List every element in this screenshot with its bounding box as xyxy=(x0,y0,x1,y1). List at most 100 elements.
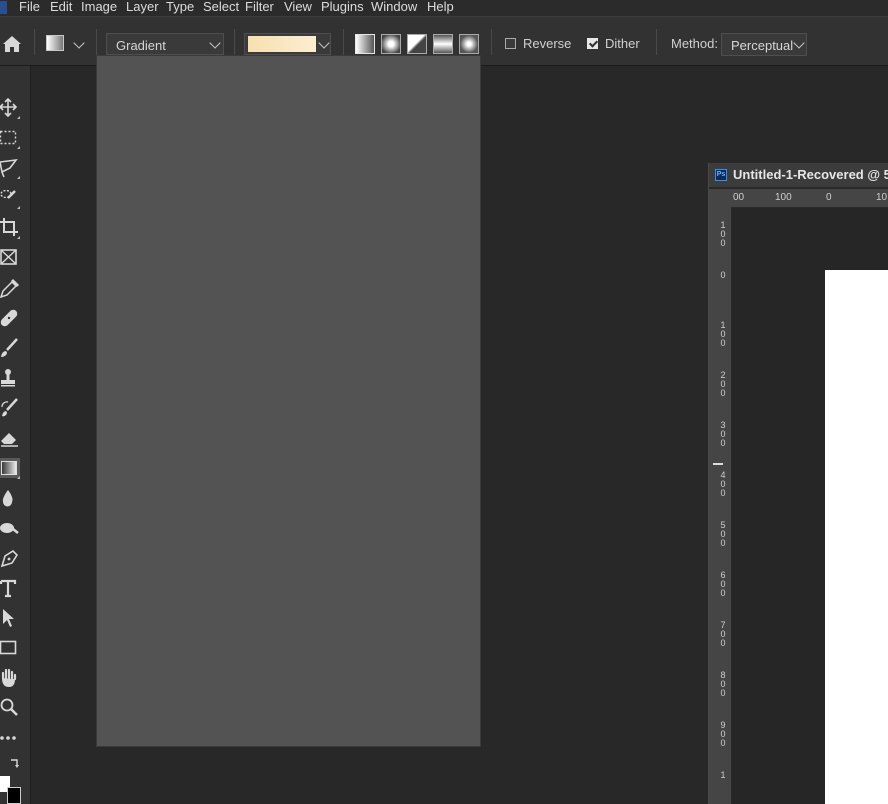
pen-icon xyxy=(0,549,19,568)
menu-select[interactable]: Select xyxy=(203,0,239,14)
document-tab[interactable]: Ps Untitled-1-Recovered @ 5 xyxy=(709,163,888,188)
blur-tool[interactable] xyxy=(0,488,20,508)
chevron-down-icon xyxy=(793,37,805,49)
linear-gradient-button[interactable] xyxy=(355,34,375,54)
rectangle-tool[interactable] xyxy=(0,638,20,658)
pen-tool[interactable] xyxy=(0,548,20,568)
gradient-tool[interactable] xyxy=(0,458,20,478)
ruler-label: 6 0 0 xyxy=(720,570,726,598)
clone-stamp-tool[interactable] xyxy=(0,368,20,388)
marquee-tool[interactable] xyxy=(0,128,20,148)
photoshop-logo-icon xyxy=(0,1,7,14)
reverse-checkbox[interactable] xyxy=(505,38,516,49)
quick-selection-tool[interactable] xyxy=(0,188,20,208)
blur-icon xyxy=(2,490,13,507)
rectangle-icon xyxy=(0,640,17,655)
swap-arrow-icon xyxy=(11,759,19,768)
menu-help[interactable]: Help xyxy=(427,0,454,14)
home-icon xyxy=(3,36,21,52)
home-button[interactable] xyxy=(2,35,22,53)
gradient-preset-dropdown[interactable]: Gradient xyxy=(106,33,224,55)
document-canvas[interactable] xyxy=(825,270,888,804)
subtool-indicator xyxy=(17,116,20,119)
brush-tool[interactable] xyxy=(0,338,20,358)
menu-type[interactable]: Type xyxy=(166,0,194,14)
history-brush-icon xyxy=(1,398,18,417)
frame-tool[interactable] xyxy=(0,248,20,268)
reflected-gradient-button[interactable] xyxy=(433,34,453,54)
reverse-label: Reverse xyxy=(523,36,572,51)
menu-plugins[interactable]: Plugins xyxy=(321,0,364,14)
move-tool[interactable] xyxy=(0,98,20,118)
history-brush-tool[interactable] xyxy=(0,398,20,418)
gradient-editor[interactable] xyxy=(244,33,331,55)
horizontal-ruler[interactable]: 00 100 0 10 xyxy=(709,189,888,208)
tool-preset-picker[interactable] xyxy=(46,35,64,51)
gradient-swatch[interactable] xyxy=(248,36,316,52)
diamond-gradient-button[interactable] xyxy=(459,34,479,54)
angle-gradient-button[interactable] xyxy=(407,34,427,54)
menu-file[interactable]: File xyxy=(19,0,40,14)
method-label: Method: xyxy=(671,36,718,51)
menu-layer[interactable]: Layer xyxy=(126,0,159,14)
menu-window[interactable]: Window xyxy=(371,0,417,14)
eraser-tool[interactable] xyxy=(0,428,20,448)
hand-icon xyxy=(1,668,17,687)
ruler-label: 3 0 0 xyxy=(720,420,726,448)
menu-view[interactable]: View xyxy=(284,0,312,14)
separator xyxy=(96,29,97,55)
chevron-down-icon[interactable] xyxy=(73,37,85,49)
more-icon xyxy=(0,736,16,740)
gradient-preset-label: Gradient xyxy=(116,38,166,53)
chevron-down-icon xyxy=(209,37,221,49)
menu-bar: File Edit Image Layer Type Select Filter… xyxy=(0,0,888,16)
ruler-label: 4 0 0 xyxy=(720,470,726,498)
method-dropdown[interactable]: Perceptual xyxy=(721,33,807,56)
crop-tool[interactable] xyxy=(0,218,20,238)
dodge-tool[interactable] xyxy=(0,518,20,538)
path-selection-icon xyxy=(3,609,14,627)
eyedropper-tool[interactable] xyxy=(0,278,20,298)
eraser-icon xyxy=(1,433,18,447)
more-tools[interactable] xyxy=(0,728,20,748)
separator xyxy=(34,29,35,55)
gradient-icon xyxy=(1,461,17,475)
type-tool[interactable] xyxy=(0,578,20,598)
zoom-icon xyxy=(0,698,18,716)
swap-colors-button[interactable] xyxy=(0,758,20,772)
healing-brush-tool[interactable] xyxy=(0,308,20,328)
ruler-label: 7 0 0 xyxy=(720,620,726,648)
ruler-label: 100 xyxy=(775,192,792,203)
subtool-indicator xyxy=(17,236,20,239)
subtool-indicator xyxy=(17,146,20,149)
stamp-icon xyxy=(1,369,15,387)
path-selection-tool[interactable] xyxy=(0,608,20,628)
dither-checkbox[interactable] xyxy=(587,38,598,49)
ruler-label: 2 0 0 xyxy=(720,370,726,398)
subtool-indicator xyxy=(17,176,20,179)
ruler-label: 5 0 0 xyxy=(720,520,726,548)
separator xyxy=(656,29,657,55)
ps-document-icon: Ps xyxy=(715,169,727,181)
vertical-ruler[interactable]: 1 0 0 0 1 0 0 2 0 0 3 0 0 4 0 0 5 0 0 6 … xyxy=(709,207,732,804)
menu-filter[interactable]: Filter xyxy=(245,0,274,14)
radial-gradient-button[interactable] xyxy=(381,34,401,54)
background-color-swatch[interactable] xyxy=(7,787,21,804)
chevron-down-icon[interactable] xyxy=(318,37,330,49)
lasso-tool[interactable] xyxy=(0,158,20,178)
frame-icon xyxy=(0,249,17,265)
menu-edit[interactable]: Edit xyxy=(50,0,72,14)
quick-selection-icon xyxy=(0,189,16,199)
gradient-preset-panel[interactable] xyxy=(96,55,481,747)
healing-brush-icon xyxy=(0,309,18,327)
ruler-label: 9 0 0 xyxy=(720,720,726,748)
canvas-area[interactable] xyxy=(732,208,888,804)
subtool-indicator xyxy=(17,476,20,479)
marquee-icon xyxy=(0,130,17,145)
hand-tool[interactable] xyxy=(0,668,20,688)
ruler-label: 1 0 0 xyxy=(720,220,726,248)
menu-image[interactable]: Image xyxy=(81,0,117,14)
zoom-tool[interactable] xyxy=(0,698,20,718)
ruler-label: 0 xyxy=(720,270,726,280)
ruler-label: 10 xyxy=(876,192,888,203)
